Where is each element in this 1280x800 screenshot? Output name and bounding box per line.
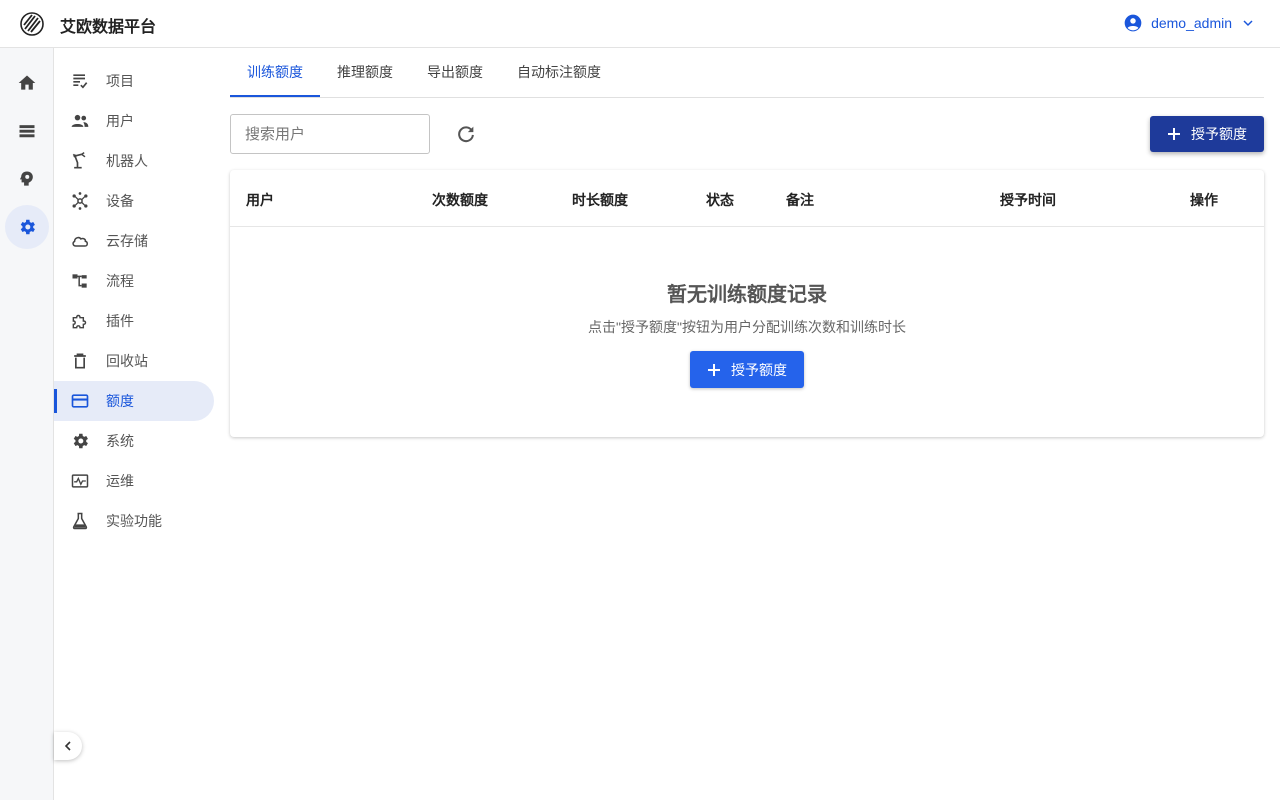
credit-card-icon	[71, 394, 89, 408]
search-user-input[interactable]	[230, 114, 430, 154]
app-logo-icon	[20, 12, 44, 36]
rail-home-button[interactable]	[5, 61, 49, 105]
quota-tabs: 训练额度 推理额度 导出额度 自动标注额度	[230, 48, 1264, 98]
rail-storage-button[interactable]	[5, 109, 49, 153]
grant-quota-label: 授予额度	[1191, 126, 1247, 142]
grant-quota-button[interactable]: 授予额度	[1150, 116, 1264, 152]
sidebar-item-ops[interactable]: 运维	[54, 461, 214, 501]
column-header-count-quota: 次数额度	[432, 192, 488, 208]
sidebar-item-label: 运维	[106, 473, 134, 489]
column-header-duration-quota: 时长额度	[572, 192, 628, 208]
refresh-icon	[458, 126, 474, 143]
chevron-down-icon	[1243, 20, 1253, 27]
column-header-grant-time: 授予时间	[1000, 192, 1056, 208]
sidebar-item-label: 设备	[106, 193, 134, 209]
icon-rail	[0, 48, 54, 800]
flask-icon	[72, 512, 88, 530]
sidebar-item-label: 用户	[106, 113, 134, 129]
plus-icon	[1168, 128, 1180, 140]
column-header-remark: 备注	[786, 192, 814, 208]
project-list-icon	[73, 74, 88, 89]
tab-export-quota[interactable]: 导出额度	[410, 48, 500, 97]
chevron-left-icon	[64, 741, 71, 751]
sidebar-item-devices[interactable]: 设备	[54, 181, 214, 221]
username-label: demo_admin	[1151, 15, 1232, 31]
sidebar-item-recycle-bin[interactable]: 回收站	[54, 341, 214, 381]
empty-state-title: 暂无训练额度记录	[667, 284, 827, 306]
user-menu[interactable]: demo_admin	[1123, 13, 1256, 33]
trash-icon	[74, 353, 86, 369]
refresh-button[interactable]	[450, 118, 482, 150]
top-bar: 艾欧数据平台 demo_admin	[0, 0, 1280, 48]
sidebar-item-label: 插件	[106, 313, 134, 329]
sidebar-item-label: 机器人	[106, 153, 148, 169]
sidebar: 项目 用户 机器人 设备 云存储 流程 插件 回收站 额度 系统 运维 实验功能	[54, 48, 230, 800]
sidebar-item-label: 云存储	[106, 233, 148, 249]
rail-ai-button[interactable]	[5, 157, 49, 201]
plus-icon	[708, 363, 720, 376]
sidebar-item-quota[interactable]: 额度	[54, 381, 214, 421]
workflow-icon	[72, 274, 87, 288]
settings-icon	[20, 219, 35, 235]
storage-icon	[19, 125, 35, 138]
monitor-icon	[71, 474, 89, 488]
sidebar-item-label: 实验功能	[106, 513, 162, 529]
empty-state-description: 点击"授予额度"按钮为用户分配训练次数和训练时长	[588, 319, 906, 335]
sidebar-item-label: 额度	[106, 393, 134, 409]
column-header-user: 用户	[246, 192, 274, 208]
sidebar-item-experimental[interactable]: 实验功能	[54, 501, 214, 541]
sidebar-item-projects[interactable]: 项目	[54, 61, 214, 101]
tab-training-quota[interactable]: 训练额度	[230, 48, 320, 97]
empty-grant-quota-label: 授予额度	[731, 361, 787, 378]
brain-icon	[19, 171, 33, 186]
sidebar-item-label: 流程	[106, 273, 134, 289]
table-header: 用户 次数额度 时长额度 状态 备注 授予时间 操作	[230, 170, 1264, 227]
collapse-sidebar-button[interactable]	[54, 732, 82, 760]
account-circle-icon	[1124, 14, 1142, 32]
gear-icon	[73, 433, 88, 449]
cloud-icon	[72, 236, 88, 247]
tab-auto-label-quota[interactable]: 自动标注额度	[500, 48, 618, 97]
sidebar-item-users[interactable]: 用户	[54, 101, 214, 141]
empty-grant-quota-button[interactable]: 授予额度	[690, 351, 804, 388]
app-title: 艾欧数据平台	[60, 19, 157, 36]
puzzle-icon	[72, 314, 87, 329]
column-header-status: 状态	[706, 192, 734, 208]
rail-settings-button[interactable]	[5, 205, 49, 249]
users-icon	[71, 114, 89, 127]
sidebar-item-workflow[interactable]: 流程	[54, 261, 214, 301]
sidebar-item-plugins[interactable]: 插件	[54, 301, 214, 341]
tab-inference-quota[interactable]: 推理额度	[320, 48, 410, 97]
sidebar-item-cloud-storage[interactable]: 云存储	[54, 221, 214, 261]
device-hub-icon	[72, 192, 88, 210]
sidebar-item-label: 项目	[106, 73, 134, 89]
sidebar-item-label: 系统	[106, 433, 134, 449]
robot-arm-icon	[72, 152, 86, 169]
sidebar-item-label: 回收站	[106, 353, 148, 369]
sidebar-item-robots[interactable]: 机器人	[54, 141, 214, 181]
column-header-actions: 操作	[1190, 192, 1218, 208]
quota-table: 用户 次数额度 时长额度 状态 备注 授予时间 操作 暂无训练额度记录 点击"授…	[230, 170, 1264, 437]
home-icon	[18, 75, 36, 90]
sidebar-item-system[interactable]: 系统	[54, 421, 214, 461]
